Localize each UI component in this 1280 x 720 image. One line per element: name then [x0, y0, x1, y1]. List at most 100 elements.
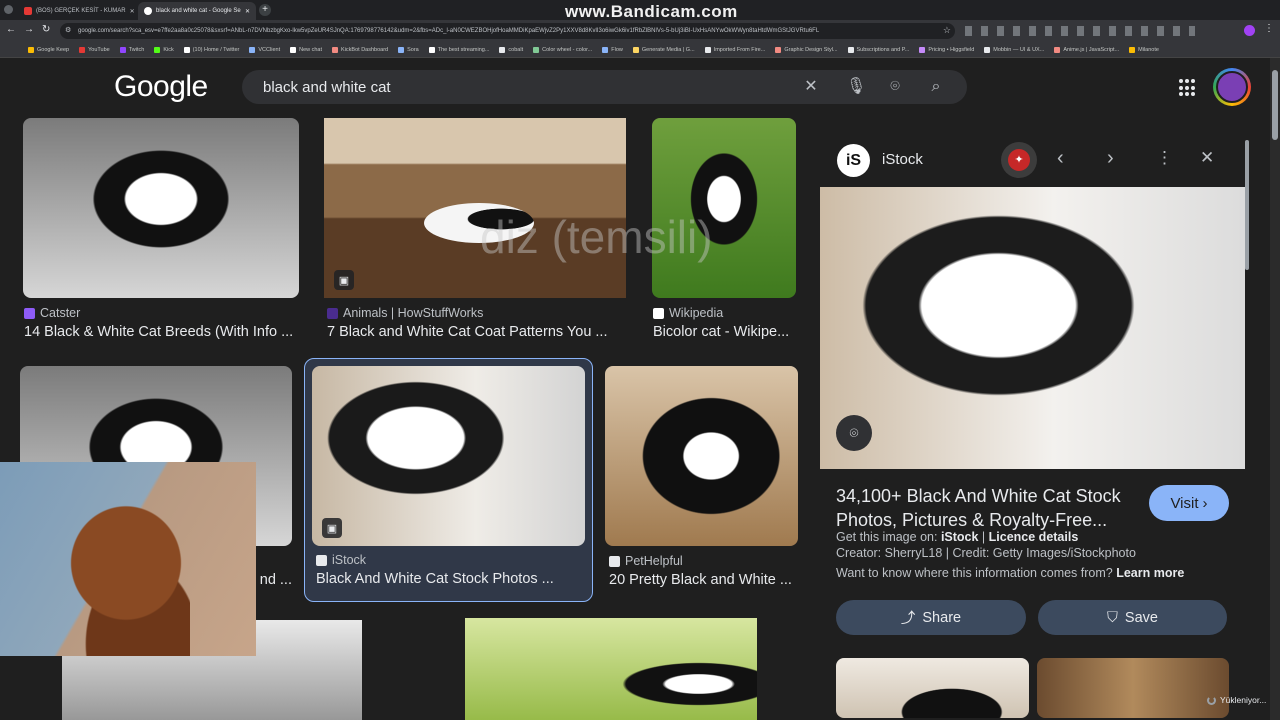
pethelpful-icon [609, 555, 620, 567]
search-input[interactable]: black and white cat [263, 79, 391, 96]
google-logo[interactable]: Google [114, 70, 208, 104]
previous-icon[interactable]: ‹ [1057, 147, 1064, 170]
panel-site-name[interactable]: iStock [882, 151, 923, 168]
result-title[interactable]: 14 Black & White Cat Breeds (With Info .… [24, 324, 304, 340]
result-caption[interactable]: Animals | HowStuffWorks 7 Black and Whit… [327, 306, 617, 340]
catster-icon [24, 307, 35, 319]
save-button[interactable]: ⛉ Save [1038, 600, 1227, 635]
result-caption[interactable]: Catster 14 Black & White Cat Breeds (Wit… [24, 306, 304, 340]
pdf-extension-icon[interactable]: ✦ [1001, 142, 1037, 178]
panel-scrollbar[interactable] [1245, 140, 1249, 270]
bookmark-favicon-icon [847, 46, 854, 53]
result-image[interactable] [605, 366, 798, 546]
avatar[interactable] [1213, 68, 1251, 106]
result-image[interactable]: ▣ [324, 118, 626, 298]
forward-icon[interactable]: → [24, 24, 34, 35]
video-overlay-caption: diz (temsili) [480, 211, 713, 263]
microphone-icon[interactable]: 🎙 [846, 78, 866, 96]
search-box[interactable]: black and white cat ✕ 🎙 ⌾ ⌕ [242, 70, 967, 104]
bookmark-star-icon[interactable]: ☆ [943, 25, 951, 36]
close-icon[interactable]: ✕ [1200, 148, 1214, 168]
istock-icon [316, 554, 327, 566]
tab-active[interactable]: black and white cat - Google Se ✕ [138, 2, 256, 20]
get-image-site-link[interactable]: iStock [941, 530, 979, 544]
result-caption[interactable]: PetHelpful 20 Pretty Black and White ... [609, 554, 799, 588]
howstuffworks-icon [327, 307, 338, 319]
bookmark-favicon-icon [919, 46, 926, 53]
new-tab-button[interactable]: + [259, 4, 271, 16]
licence-details-link[interactable]: Licence details [989, 530, 1079, 544]
profile-icon[interactable] [1244, 25, 1255, 36]
close-icon[interactable]: ✕ [245, 8, 250, 15]
learn-more-link[interactable]: Learn more [1116, 566, 1184, 580]
lens-icon[interactable]: ⌾ [836, 415, 872, 451]
bookmark-item[interactable]: Imported From Fire... [704, 46, 765, 53]
tab-inactive[interactable]: (BOS) GERÇEK KESİT - KUMAR ✕ [18, 2, 136, 20]
bookmark-item[interactable]: Color wheel - color... [533, 46, 592, 53]
scrollbar-thumb[interactable] [1272, 70, 1278, 140]
result-image[interactable] [23, 118, 299, 298]
bookmark-item[interactable]: cobalt [499, 46, 523, 53]
recording-watermark: www.Bandicam.com [565, 2, 738, 21]
address-bar[interactable]: ⚙ google.com/search?sca_esv=e7ffe2aa8a0c… [60, 23, 955, 39]
bookmark-item[interactable]: Google Keep [28, 46, 69, 53]
menu-icon[interactable]: ⋮ [1264, 23, 1274, 34]
bookmark-item[interactable]: Sora [398, 46, 419, 53]
bookmark-item[interactable]: New chat [290, 46, 322, 53]
bookmark-favicon-icon [28, 46, 34, 53]
bookmark-item[interactable]: Pricing • Higgsfield [919, 46, 974, 53]
bookmark-item[interactable]: Anime.js | JavaScript... [1054, 46, 1119, 53]
bookmark-item[interactable]: VCClient [249, 46, 280, 53]
scrollbar[interactable] [1270, 58, 1280, 720]
back-icon[interactable]: ← [6, 24, 16, 35]
bookmark-item[interactable]: (10) Home / Twitter [183, 46, 239, 53]
site-info-icon[interactable]: ⚙ [65, 26, 71, 34]
credit-line: Creator: SherryL18 | Credit: Getty Image… [836, 546, 1136, 560]
result-image[interactable] [652, 118, 796, 298]
share-button[interactable]: ⤴ Share [836, 600, 1026, 635]
apps-grid-icon[interactable] [1179, 79, 1197, 97]
bookmark-favicon-icon [249, 46, 256, 53]
visit-button[interactable]: Visit › [1149, 485, 1229, 521]
image-icon: ▣ [322, 518, 342, 538]
bookmark-item[interactable]: YouTube [79, 46, 110, 53]
bookmark-item[interactable]: Milanote [1129, 46, 1159, 53]
clear-icon[interactable]: ✕ [802, 78, 820, 96]
selected-result[interactable]: ▣ iStock Black And White Cat Stock Photo… [304, 358, 593, 602]
search-icon[interactable]: ⌕ [927, 78, 945, 96]
bookmark-item[interactable]: Twitch [119, 46, 144, 53]
result-caption[interactable]: Wikipedia Bicolor cat - Wikipe... [653, 306, 798, 340]
related-image[interactable] [836, 658, 1029, 718]
bookmark-item[interactable]: The best streaming... [428, 46, 489, 53]
info-question: Want to know where this information come… [836, 566, 1185, 580]
extensions-area[interactable] [965, 26, 1195, 36]
result-title[interactable]: Bicolor cat - Wikipe... [653, 324, 798, 340]
bookmark-item[interactable]: Flow [602, 46, 623, 53]
preview-image[interactable]: ⌾ [820, 187, 1245, 469]
tab-search-button[interactable] [4, 5, 13, 14]
result-title[interactable]: 7 Black and White Cat Coat Patterns You … [327, 324, 617, 340]
next-icon[interactable]: › [1107, 147, 1114, 170]
bookmark-item[interactable]: Mobbin — UI & UX... [984, 46, 1044, 53]
bookmark-favicon-icon [704, 46, 711, 53]
result-title[interactable]: Black And White Cat Stock Photos ... [316, 571, 584, 587]
lens-icon[interactable]: ⌾ [886, 78, 904, 96]
bookmark-item[interactable]: Graphic Design Styl... [775, 46, 838, 53]
result-caption[interactable]: iStock Black And White Cat Stock Photos … [316, 553, 584, 587]
url-text: google.com/search?sca_esv=e7ffe2aa8a0c25… [78, 28, 820, 34]
more-options-icon[interactable]: ⋮ [1156, 148, 1173, 168]
result-title[interactable]: 20 Pretty Black and White ... [609, 572, 799, 588]
panel-title[interactable]: 34,100+ Black And White Cat Stock Photos… [836, 484, 1136, 532]
reload-icon[interactable]: ↻ [42, 24, 50, 35]
bookmark-item[interactable]: Subscriptions and P... [847, 46, 909, 53]
related-image[interactable] [1037, 658, 1229, 718]
result-image[interactable]: ▣ [312, 366, 585, 546]
bookmark-favicon-icon [398, 46, 405, 53]
bookmark-item[interactable]: Kick [154, 46, 174, 53]
bookmark-item[interactable]: KickBot Dashboard [332, 46, 388, 53]
bookmark-favicon-icon [1129, 46, 1136, 53]
loading-indicator: Yükleniyor... [1207, 695, 1266, 705]
close-icon[interactable]: ✕ [130, 8, 135, 15]
result-image[interactable] [465, 618, 757, 720]
bookmark-item[interactable]: Generate Media | G... [632, 46, 695, 53]
